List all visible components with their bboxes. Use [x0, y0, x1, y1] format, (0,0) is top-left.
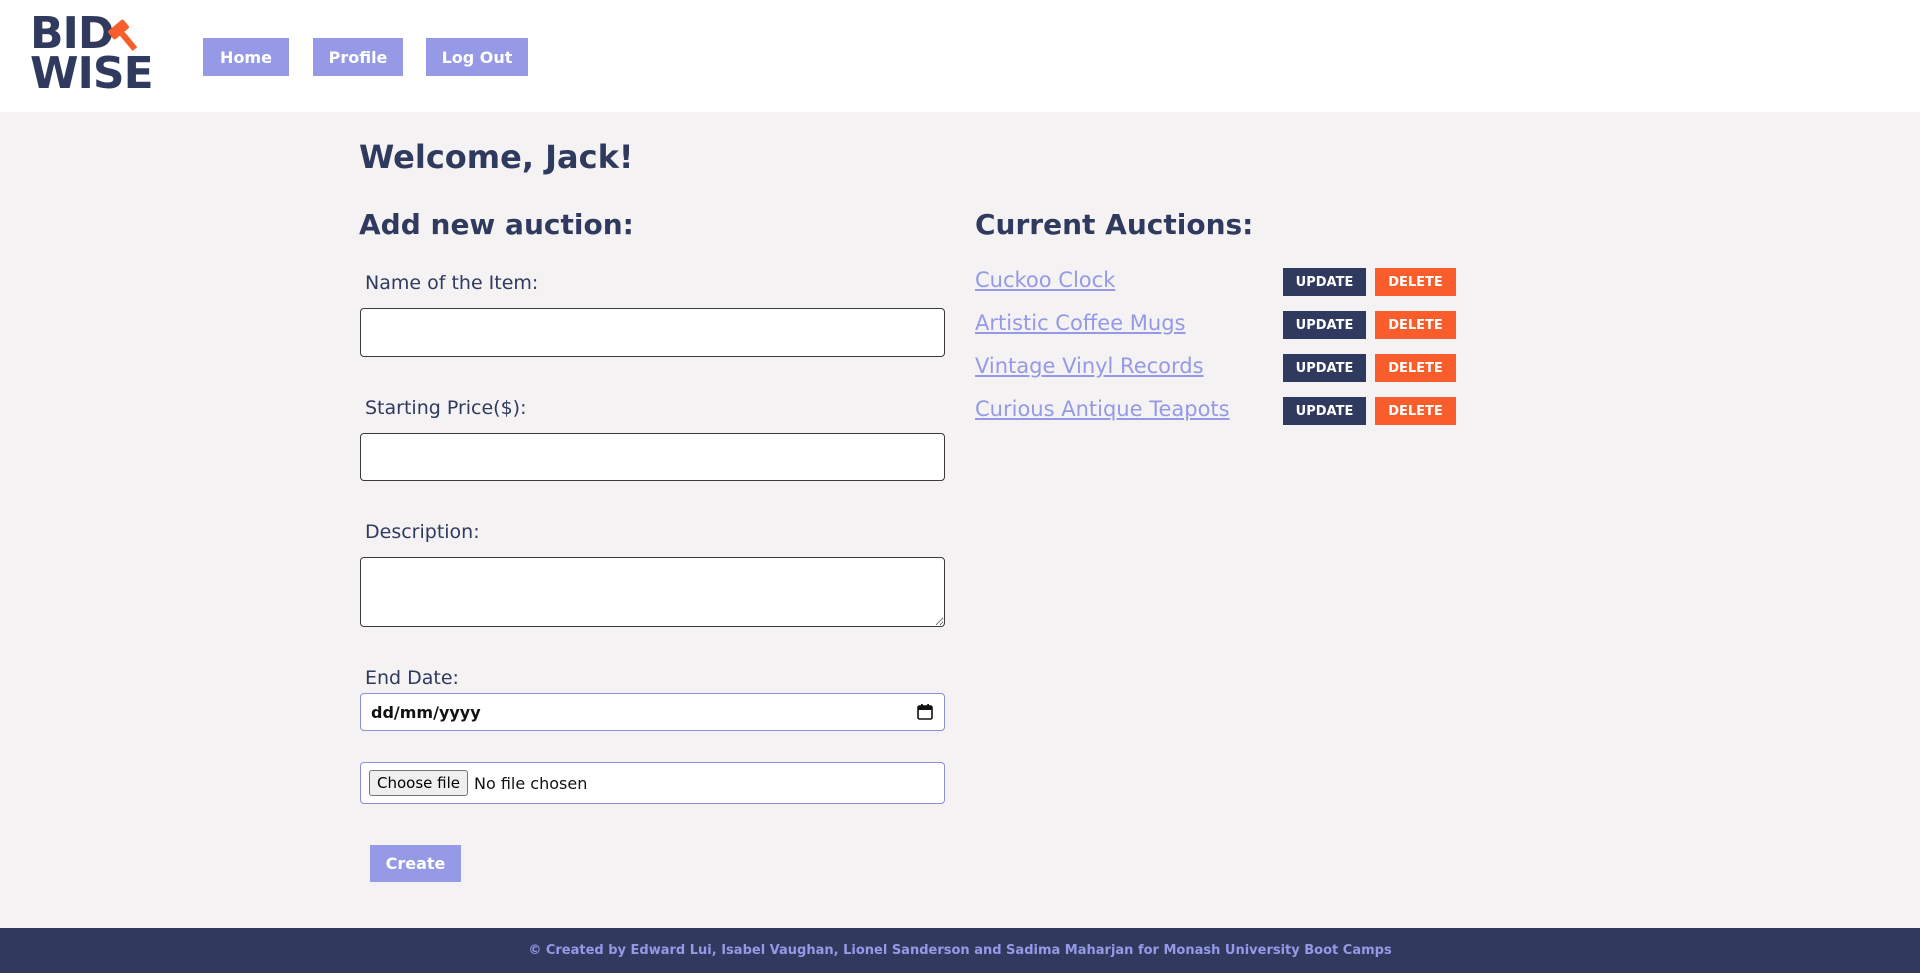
- auction-link[interactable]: Artistic Coffee Mugs: [975, 311, 1186, 335]
- update-button[interactable]: UPDATE: [1283, 311, 1366, 339]
- site-footer: © Created by Edward Lui, Isabel Vaughan,…: [0, 928, 1920, 973]
- end-date-placeholder: dd/mm/yyyy: [371, 702, 481, 722]
- auction-link[interactable]: Vintage Vinyl Records: [975, 354, 1204, 378]
- auction-link[interactable]: Cuckoo Clock: [975, 268, 1115, 292]
- create-button[interactable]: Create: [370, 845, 461, 882]
- bidwise-logo[interactable]: BID WISE: [30, 12, 154, 96]
- delete-button[interactable]: DELETE: [1375, 268, 1456, 296]
- welcome-heading: Welcome, Jack!: [359, 138, 634, 176]
- description-textarea[interactable]: [360, 557, 945, 627]
- current-auctions-title: Current Auctions:: [975, 208, 1254, 241]
- gavel-icon: [108, 19, 138, 51]
- update-button[interactable]: UPDATE: [1283, 268, 1366, 296]
- logo-text-line2: WISE: [30, 48, 154, 99]
- description-label: Description:: [365, 521, 480, 543]
- nav-profile-button[interactable]: Profile: [313, 38, 403, 76]
- auction-row: Artistic Coffee Mugs UPDATE DELETE: [975, 311, 1456, 341]
- nav-home-button[interactable]: Home: [203, 38, 289, 76]
- auction-link[interactable]: Curious Antique Teapots: [975, 397, 1230, 421]
- starting-price-input[interactable]: [360, 433, 945, 481]
- footer-credits: © Created by Edward Lui, Isabel Vaughan,…: [528, 943, 1392, 958]
- delete-button[interactable]: DELETE: [1375, 397, 1456, 425]
- delete-button[interactable]: DELETE: [1375, 354, 1456, 382]
- end-date-input[interactable]: dd/mm/yyyy: [360, 693, 945, 731]
- item-name-label: Name of the Item:: [365, 272, 539, 294]
- add-auction-title: Add new auction:: [359, 208, 634, 241]
- auction-row: Curious Antique Teapots UPDATE DELETE: [975, 397, 1456, 427]
- nav-logout-button[interactable]: Log Out: [426, 38, 528, 76]
- file-status-text: No file chosen: [474, 773, 588, 793]
- site-header: BID WISE Home Profile Log Out: [0, 0, 1920, 112]
- file-upload-field[interactable]: Choose file No file chosen: [360, 762, 945, 804]
- calendar-icon[interactable]: [916, 703, 934, 721]
- delete-button[interactable]: DELETE: [1375, 311, 1456, 339]
- choose-file-button[interactable]: Choose file: [369, 770, 468, 796]
- auction-row: Cuckoo Clock UPDATE DELETE: [975, 268, 1456, 298]
- update-button[interactable]: UPDATE: [1283, 354, 1366, 382]
- auction-row: Vintage Vinyl Records UPDATE DELETE: [975, 354, 1456, 384]
- starting-price-label: Starting Price($):: [365, 397, 527, 419]
- update-button[interactable]: UPDATE: [1283, 397, 1366, 425]
- item-name-input[interactable]: [360, 308, 945, 357]
- end-date-label: End Date:: [365, 667, 459, 689]
